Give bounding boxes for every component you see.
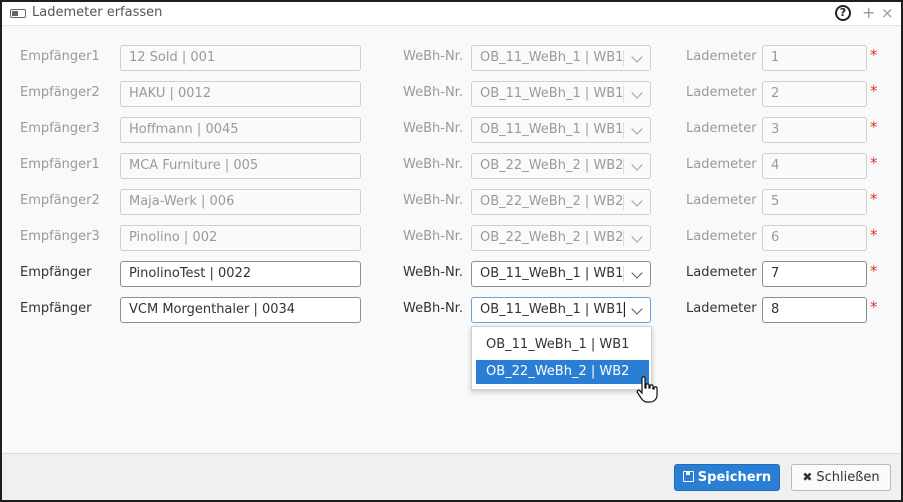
receiver-label: Empfänger1 <box>20 157 100 172</box>
receiver-field[interactable]: VCM Morgenthaler | 0034 <box>120 297 361 323</box>
dialog-window: Lademeter erfassen ? + × Empfänger1 12 S… <box>0 0 903 502</box>
dialog-footer: Speichern ✖ Schließen <box>2 453 901 500</box>
receiver-field: MCA Furniture | 005 <box>120 153 361 179</box>
lademeter-field[interactable]: 7 <box>762 261 867 287</box>
required-marker: * <box>870 154 878 172</box>
window-icon <box>10 9 26 18</box>
required-marker: * <box>870 226 878 244</box>
lademeter-field: 4 <box>762 153 867 179</box>
webh-select: OB_22_WeBh_2 | WB2 <box>471 225 651 251</box>
dropdown-option-highlighted[interactable]: OB_22_WeBh_2 | WB2 <box>476 360 649 384</box>
lademeter-label: Lademeter <box>686 265 757 280</box>
webh-label: WeBh-Nr. <box>403 265 463 280</box>
save-disk-icon <box>682 471 694 482</box>
lademeter-label: Lademeter <box>686 301 757 316</box>
receiver-label: Empfänger2 <box>20 85 100 100</box>
required-marker: * <box>870 298 878 316</box>
webh-label: WeBh-Nr. <box>403 193 463 208</box>
form-row: Empfänger1 12 Sold | 001 WeBh-Nr. OB_11_… <box>2 45 901 71</box>
webh-label: WeBh-Nr. <box>403 121 463 136</box>
form-row: Empfänger2 HAKU | 0012 WeBh-Nr. OB_11_We… <box>2 81 901 107</box>
webh-label: WeBh-Nr. <box>403 85 463 100</box>
form-row: Empfänger3 Pinolino | 002 WeBh-Nr. OB_22… <box>2 225 901 251</box>
form-row: Empfänger1 MCA Furniture | 005 WeBh-Nr. … <box>2 153 901 179</box>
close-icon[interactable]: × <box>881 4 894 22</box>
lademeter-field: 2 <box>762 81 867 107</box>
receiver-field[interactable]: PinolinoTest | 0022 <box>120 261 361 287</box>
dialog-title: Lademeter erfassen <box>32 5 163 20</box>
webh-select[interactable]: OB_11_WeBh_1 | WB1 <box>471 261 651 287</box>
receiver-label: Empfänger2 <box>20 193 100 208</box>
webh-select-value: OB_11_WeBh_1 | WB1 <box>480 50 624 65</box>
receiver-label: Empfänger <box>20 265 92 280</box>
webh-label: WeBh-Nr. <box>403 301 463 316</box>
webh-select: OB_11_WeBh_1 | WB1 <box>471 81 651 107</box>
chevron-down-icon <box>631 231 643 243</box>
receiver-field: Hoffmann | 0045 <box>120 117 361 143</box>
required-marker: * <box>870 82 878 100</box>
lademeter-label: Lademeter <box>686 85 757 100</box>
webh-label: WeBh-Nr. <box>403 49 463 64</box>
webh-select-value: OB_11_WeBh_1 | WB1 <box>480 122 624 137</box>
chevron-down-icon <box>631 87 643 99</box>
receiver-field: HAKU | 0012 <box>120 81 361 107</box>
hand-cursor-icon <box>636 376 658 403</box>
text-caret <box>624 302 626 317</box>
required-marker: * <box>870 190 878 208</box>
receiver-field: Maja-Werk | 006 <box>120 189 361 215</box>
chevron-down-icon <box>631 195 643 207</box>
receiver-label: Empfänger3 <box>20 229 100 244</box>
lademeter-label: Lademeter <box>686 49 757 64</box>
webh-dropdown-list: OB_11_WeBh_1 | WB1 OB_22_WeBh_2 | WB2 <box>471 326 652 390</box>
lademeter-label: Lademeter <box>686 157 757 172</box>
lademeter-field: 6 <box>762 225 867 251</box>
receiver-label: Empfänger <box>20 301 92 316</box>
lademeter-field: 5 <box>762 189 867 215</box>
lademeter-label: Lademeter <box>686 121 757 136</box>
lademeter-label: Lademeter <box>686 229 757 244</box>
form-row: Empfänger VCM Morgenthaler | 0034 WeBh-N… <box>2 297 901 323</box>
chevron-down-icon[interactable] <box>631 267 643 279</box>
receiver-field: 12 Sold | 001 <box>120 45 361 71</box>
webh-select-value: OB_11_WeBh_1 | WB1 <box>480 302 624 317</box>
lademeter-field: 1 <box>762 45 867 71</box>
lademeter-field: 3 <box>762 117 867 143</box>
receiver-field: Pinolino | 002 <box>120 225 361 251</box>
webh-select-value: OB_11_WeBh_1 | WB1 <box>480 86 624 101</box>
form-row: Empfänger3 Hoffmann | 0045 WeBh-Nr. OB_1… <box>2 117 901 143</box>
lademeter-field[interactable]: 8 <box>762 297 867 323</box>
chevron-down-icon[interactable] <box>631 303 643 315</box>
help-icon[interactable]: ? <box>835 5 851 21</box>
close-x-icon: ✖ <box>802 470 813 484</box>
webh-select-value: OB_11_WeBh_1 | WB1 <box>480 266 624 281</box>
webh-select: OB_11_WeBh_1 | WB1 <box>471 117 651 143</box>
webh-select: OB_11_WeBh_1 | WB1 <box>471 45 651 71</box>
required-marker: * <box>870 118 878 136</box>
title-bar: Lademeter erfassen ? + × <box>2 2 901 26</box>
webh-select-value: OB_22_WeBh_2 | WB2 <box>480 194 624 209</box>
webh-select: OB_22_WeBh_2 | WB2 <box>471 153 651 179</box>
receiver-label: Empfänger1 <box>20 49 100 64</box>
chevron-down-icon <box>631 51 643 63</box>
save-button[interactable]: Speichern <box>674 464 780 491</box>
webh-label: WeBh-Nr. <box>403 157 463 172</box>
lademeter-label: Lademeter <box>686 193 757 208</box>
maximize-icon[interactable]: + <box>862 3 875 22</box>
receiver-label: Empfänger3 <box>20 121 100 136</box>
webh-select-open[interactable]: OB_11_WeBh_1 | WB1 <box>471 297 651 323</box>
save-button-label: Speichern <box>697 470 772 485</box>
dropdown-option[interactable]: OB_11_WeBh_1 | WB1 <box>476 333 649 357</box>
chevron-down-icon <box>631 159 643 171</box>
webh-select-value: OB_22_WeBh_2 | WB2 <box>480 158 624 173</box>
webh-select-value: OB_22_WeBh_2 | WB2 <box>480 230 624 245</box>
form-row: Empfänger2 Maja-Werk | 006 WeBh-Nr. OB_2… <box>2 189 901 215</box>
chevron-down-icon <box>631 123 643 135</box>
form-row: Empfänger PinolinoTest | 0022 WeBh-Nr. O… <box>2 261 901 287</box>
webh-select: OB_22_WeBh_2 | WB2 <box>471 189 651 215</box>
required-marker: * <box>870 262 878 280</box>
close-button-label: Schließen <box>816 470 880 485</box>
required-marker: * <box>870 46 878 64</box>
close-button[interactable]: ✖ Schließen <box>791 464 891 491</box>
webh-label: WeBh-Nr. <box>403 229 463 244</box>
